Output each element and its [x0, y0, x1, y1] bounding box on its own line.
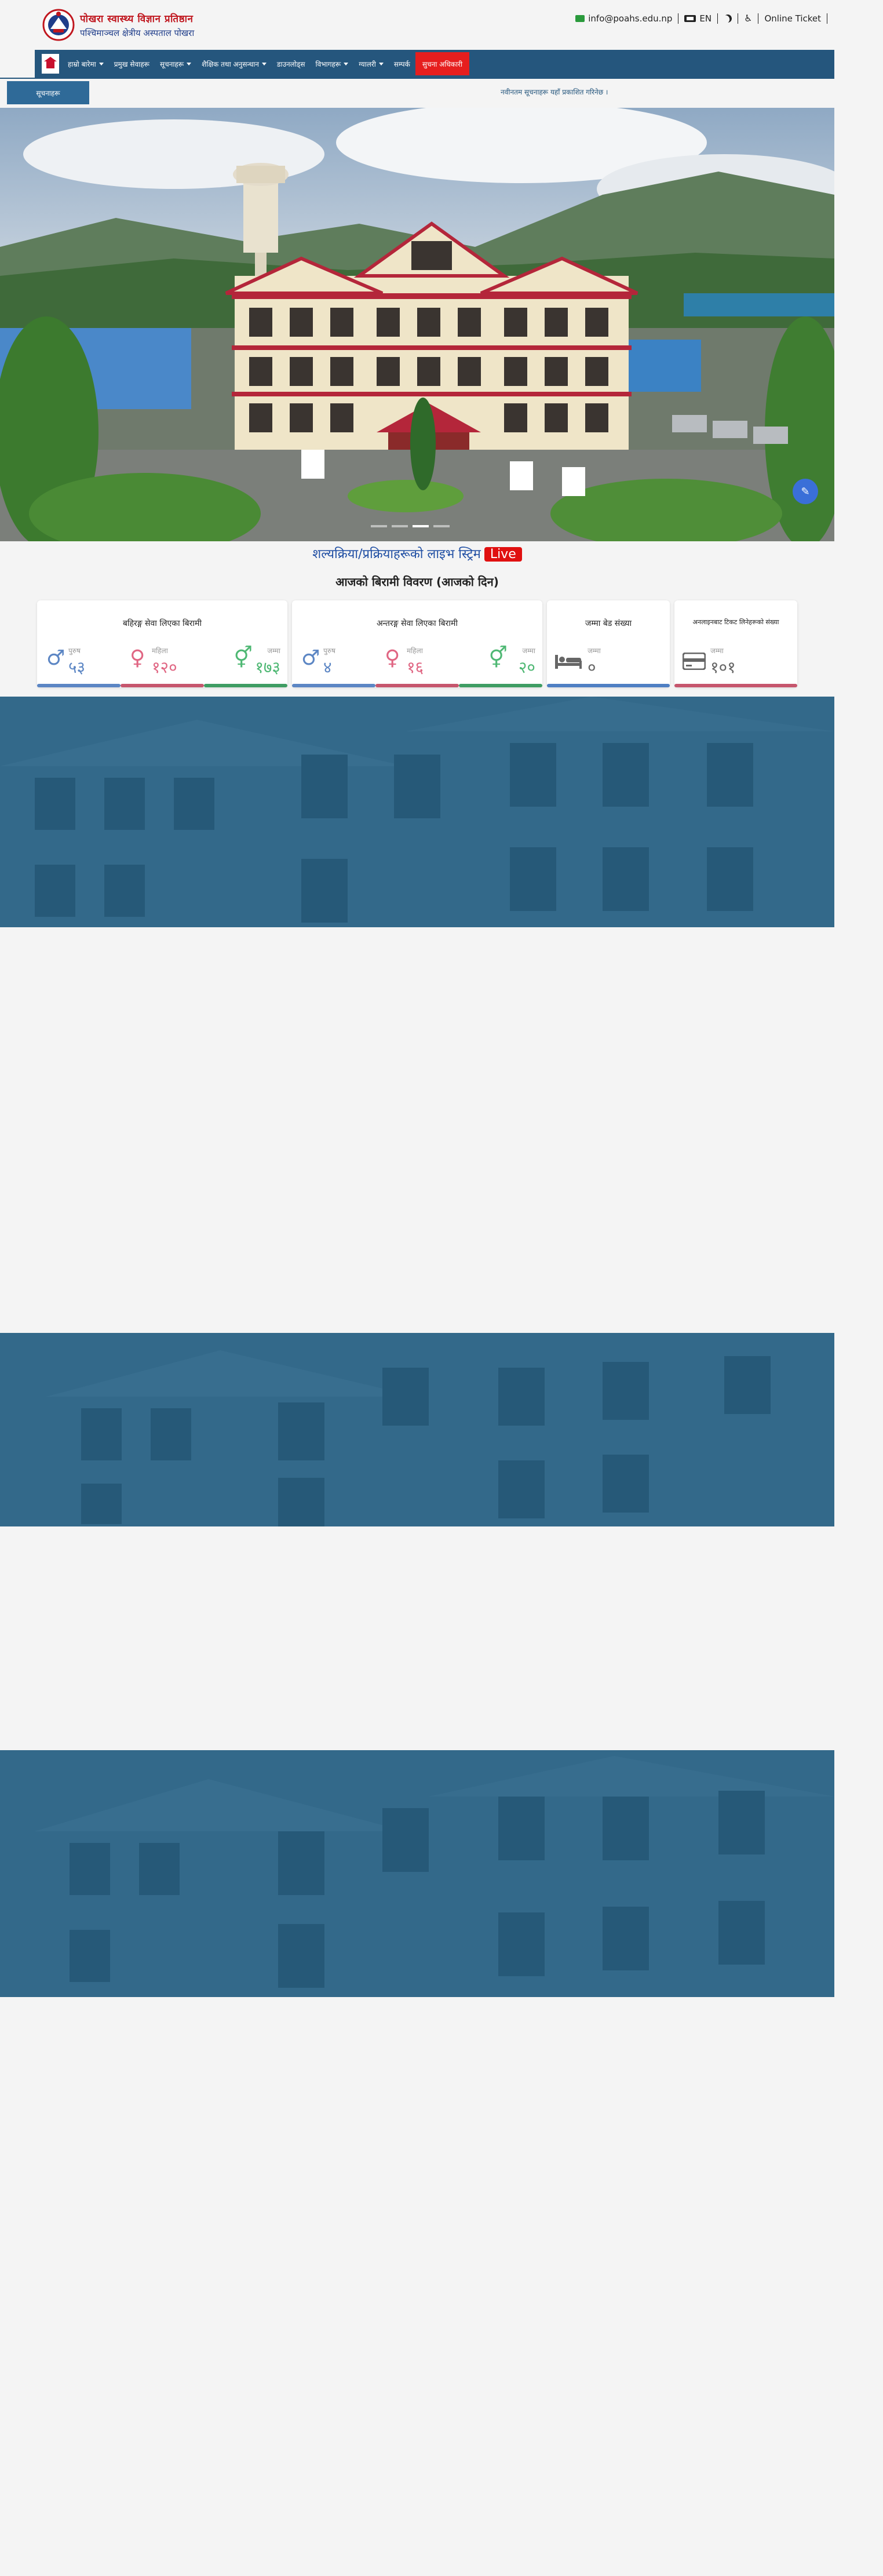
stat-value: १२० — [152, 658, 177, 677]
email-text: info@poahs.edu.np — [588, 13, 673, 24]
card-title: बहिरङ्ग सेवा लिएका बिरामी — [122, 619, 202, 628]
top-links: info@poahs.edu.np EN ♿ Online Ticket — [575, 13, 833, 24]
caret-down-icon — [344, 62, 349, 65]
language-label: EN — [699, 13, 712, 24]
card-title: अन्तरङ्ग सेवा लिएका बिरामी — [376, 619, 458, 628]
notices-button[interactable]: सूचनाहरू — [7, 81, 89, 104]
slider-dot[interactable] — [371, 525, 387, 527]
stat-label: महिला — [407, 647, 423, 655]
slider-dot-active[interactable] — [413, 525, 429, 527]
hospital-building-photo — [0, 108, 834, 541]
email-link[interactable]: info@poahs.edu.np — [575, 13, 672, 24]
main-navigation: हाम्रो बारेमा प्रमुख सेवाहरू सूचनाहरू शै… — [35, 50, 834, 78]
ticket-card-icon — [683, 653, 706, 670]
caret-down-icon — [378, 62, 384, 65]
slider-indicators — [371, 525, 450, 527]
stat-value: २० — [518, 658, 535, 677]
stat-value: १०१ — [710, 658, 736, 677]
logo-subtitle: पश्चिमाञ्चल क्षेत्रीय अस्पताल पोखरा — [80, 27, 195, 38]
accessibility-icon[interactable]: ♿ — [744, 13, 752, 24]
stat-label: जम्मा — [267, 647, 280, 655]
nav-item-notices[interactable]: सूचनाहरू — [155, 50, 196, 78]
building-background-image — [0, 1750, 834, 1997]
opd-stats-card: बहिरङ्ग सेवा लिएका बिरामी ♂ पुरुष ५३ ♀ म… — [37, 600, 287, 687]
caret-down-icon — [261, 62, 267, 65]
card-title: जम्मा बेड संख्या — [585, 619, 632, 628]
female-icon: ♀ — [130, 646, 145, 670]
ipd-female: ♀ महिला १६ — [375, 641, 459, 687]
opd-male: ♂ पुरुष ५३ — [37, 641, 121, 687]
live-stream-text: शल्यक्रिया/प्रक्रियाहरूको लाइभ स्ट्रिम — [312, 547, 481, 562]
slider-dot[interactable] — [392, 525, 408, 527]
envelope-icon — [575, 14, 585, 22]
stat-value: ५३ — [68, 658, 86, 677]
ipd-male: ♂ पुरुष ४ — [292, 641, 375, 687]
dark-mode-toggle[interactable] — [724, 14, 732, 23]
caret-down-icon — [187, 62, 192, 65]
opd-female: ♀ महिला १२० — [121, 641, 204, 687]
stat-value: ४ — [323, 658, 332, 677]
section-background-2 — [0, 1333, 834, 1526]
female-icon: ♀ — [385, 646, 400, 670]
nav-item-gallery[interactable]: ग्यालरी — [353, 50, 389, 78]
nav-item-services[interactable]: प्रमुख सेवाहरू — [109, 50, 155, 78]
chat-button[interactable]: ✎ — [793, 479, 818, 504]
male-icon: ♂ — [46, 646, 65, 670]
government-emblem-icon — [42, 9, 75, 41]
chat-icon: ✎ — [801, 485, 810, 498]
bed-icon — [555, 655, 582, 669]
language-icon — [684, 14, 696, 22]
section-background-3 — [0, 1750, 834, 1997]
tickets-total: जम्मा १०१ — [674, 641, 797, 687]
gender-icon: ⚥ — [488, 646, 508, 670]
nav-item-about[interactable]: हाम्रो बारेमा — [63, 50, 109, 78]
card-title: अनलाइनबाट टिकट लिनेहरूको संख्या — [692, 618, 779, 626]
stat-label: पुरुष — [323, 647, 335, 655]
nav-item-academic[interactable]: शैक्षिक तथा अनुसन्धान — [196, 50, 272, 78]
online-ticket-link[interactable]: Online Ticket — [764, 13, 821, 24]
slider-dot[interactable] — [433, 525, 450, 527]
stat-label: महिला — [152, 647, 168, 655]
hero-slider[interactable] — [0, 108, 834, 541]
live-stream-link[interactable]: शल्यक्रिया/प्रक्रियाहरूको लाइभ स्ट्रिम Li… — [0, 545, 834, 562]
notice-ticker[interactable]: नवीनतम सूचनाहरू यहाँ प्रकाशित गरिनेछ । — [501, 87, 721, 97]
stat-label: जम्मा — [710, 647, 724, 655]
stat-label: जम्मा — [522, 647, 535, 655]
nav-item-departments[interactable]: विभागहरू — [310, 50, 353, 78]
beds-total: जम्मा ० — [547, 641, 670, 687]
gender-icon: ⚥ — [233, 646, 253, 670]
opd-total: ⚥ जम्मा १७३ — [204, 641, 287, 687]
building-background-image — [0, 1333, 834, 1526]
male-icon: ♂ — [301, 646, 320, 670]
moon-icon — [723, 13, 733, 24]
home-button[interactable] — [42, 54, 59, 74]
stat-label: पुरुष — [68, 647, 81, 655]
ipd-total: ⚥ जम्मा २० — [459, 641, 542, 687]
language-toggle[interactable]: EN — [684, 13, 711, 24]
stat-value: ० — [588, 658, 596, 677]
ipd-stats-card: अन्तरङ्ग सेवा लिएका बिरामी ♂ पुरुष ४ ♀ म… — [292, 600, 542, 687]
stat-label: जम्मा — [588, 647, 601, 655]
nav-item-downloads[interactable]: डाउनलोड्स — [272, 50, 311, 78]
nav-item-information-officer[interactable]: सुचना अधिकारी — [415, 52, 470, 75]
site-logo[interactable]: पोखरा स्वास्थ्य विज्ञान प्रतिष्ठान पश्चि… — [42, 8, 233, 42]
nav-item-contact[interactable]: सम्पर्क — [389, 50, 415, 78]
building-background-image — [0, 697, 834, 927]
stat-value: १७३ — [255, 658, 280, 677]
caret-down-icon — [98, 62, 104, 65]
live-badge: Live — [484, 547, 522, 562]
stat-value: १६ — [407, 658, 424, 677]
home-icon — [44, 57, 57, 68]
logo-title: पोखरा स्वास्थ्य विज्ञान प्रतिष्ठान — [80, 13, 194, 25]
beds-stats-card: जम्मा बेड संख्या जम्मा ० — [547, 600, 670, 687]
online-tickets-card: अनलाइनबाट टिकट लिनेहरूको संख्या जम्मा १०… — [674, 600, 797, 687]
stats-title: आजको बिरामी विवरण (आजको दिन) — [335, 575, 499, 589]
section-background-1 — [0, 697, 834, 927]
